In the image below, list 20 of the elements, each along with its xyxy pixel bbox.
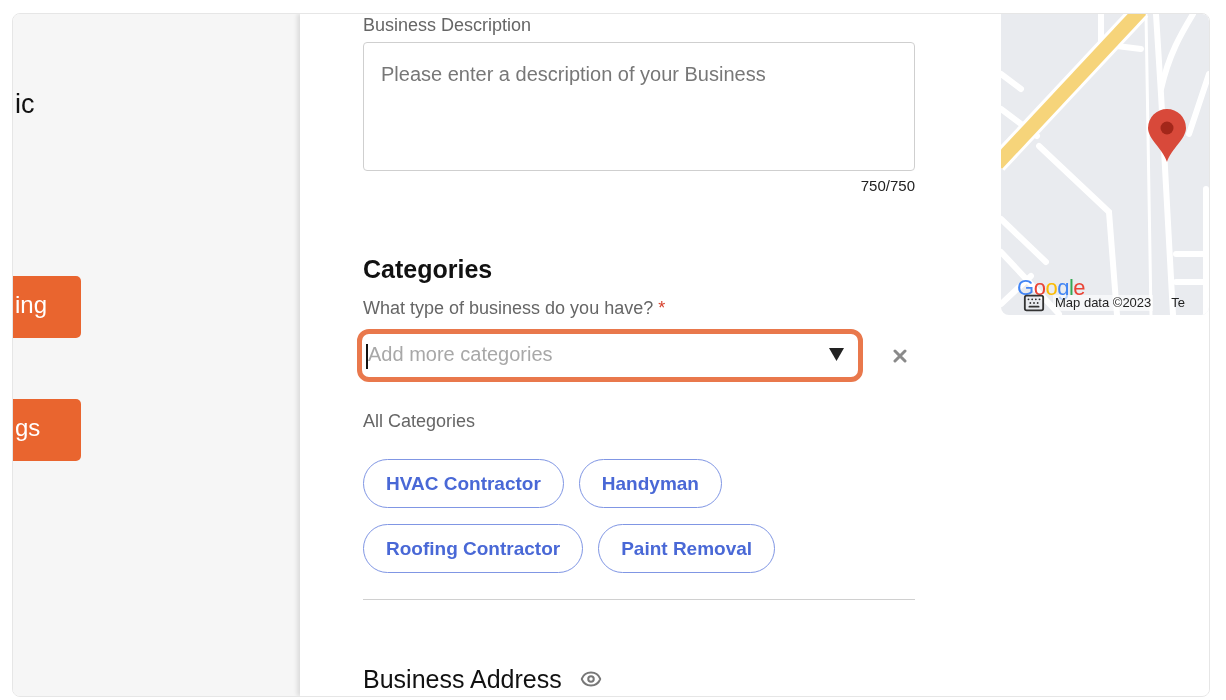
section-heading: Categories xyxy=(363,254,493,284)
map-footer-link[interactable]: Te xyxy=(1171,295,1186,311)
map-pin-icon xyxy=(1147,109,1187,163)
character-counter: 750/750 xyxy=(860,176,915,196)
field-label: Business Description xyxy=(363,14,532,36)
text-cursor-icon xyxy=(366,344,368,369)
close-icon xyxy=(893,348,907,363)
sidebar-button[interactable]: gs xyxy=(13,399,81,461)
sidebar-button[interactable]: ing xyxy=(13,276,81,338)
sidebar-heading: ic xyxy=(14,89,35,119)
field-label: What type of business do you have? * xyxy=(363,297,666,320)
description-field[interactable]: Please enter a description of your Business xyxy=(363,42,915,171)
caret-icon xyxy=(829,348,844,361)
category-chip[interactable]: HVAC Contractor xyxy=(363,459,564,508)
section-heading: Business Address xyxy=(363,664,562,694)
category-chip[interactable]: Paint Removal xyxy=(598,524,776,573)
field-label: All Categories xyxy=(363,410,476,433)
category-chip[interactable]: Roofing Contractor xyxy=(363,524,584,573)
category-chip[interactable]: Handyman xyxy=(578,459,722,508)
street-map[interactable] xyxy=(1001,14,1209,315)
